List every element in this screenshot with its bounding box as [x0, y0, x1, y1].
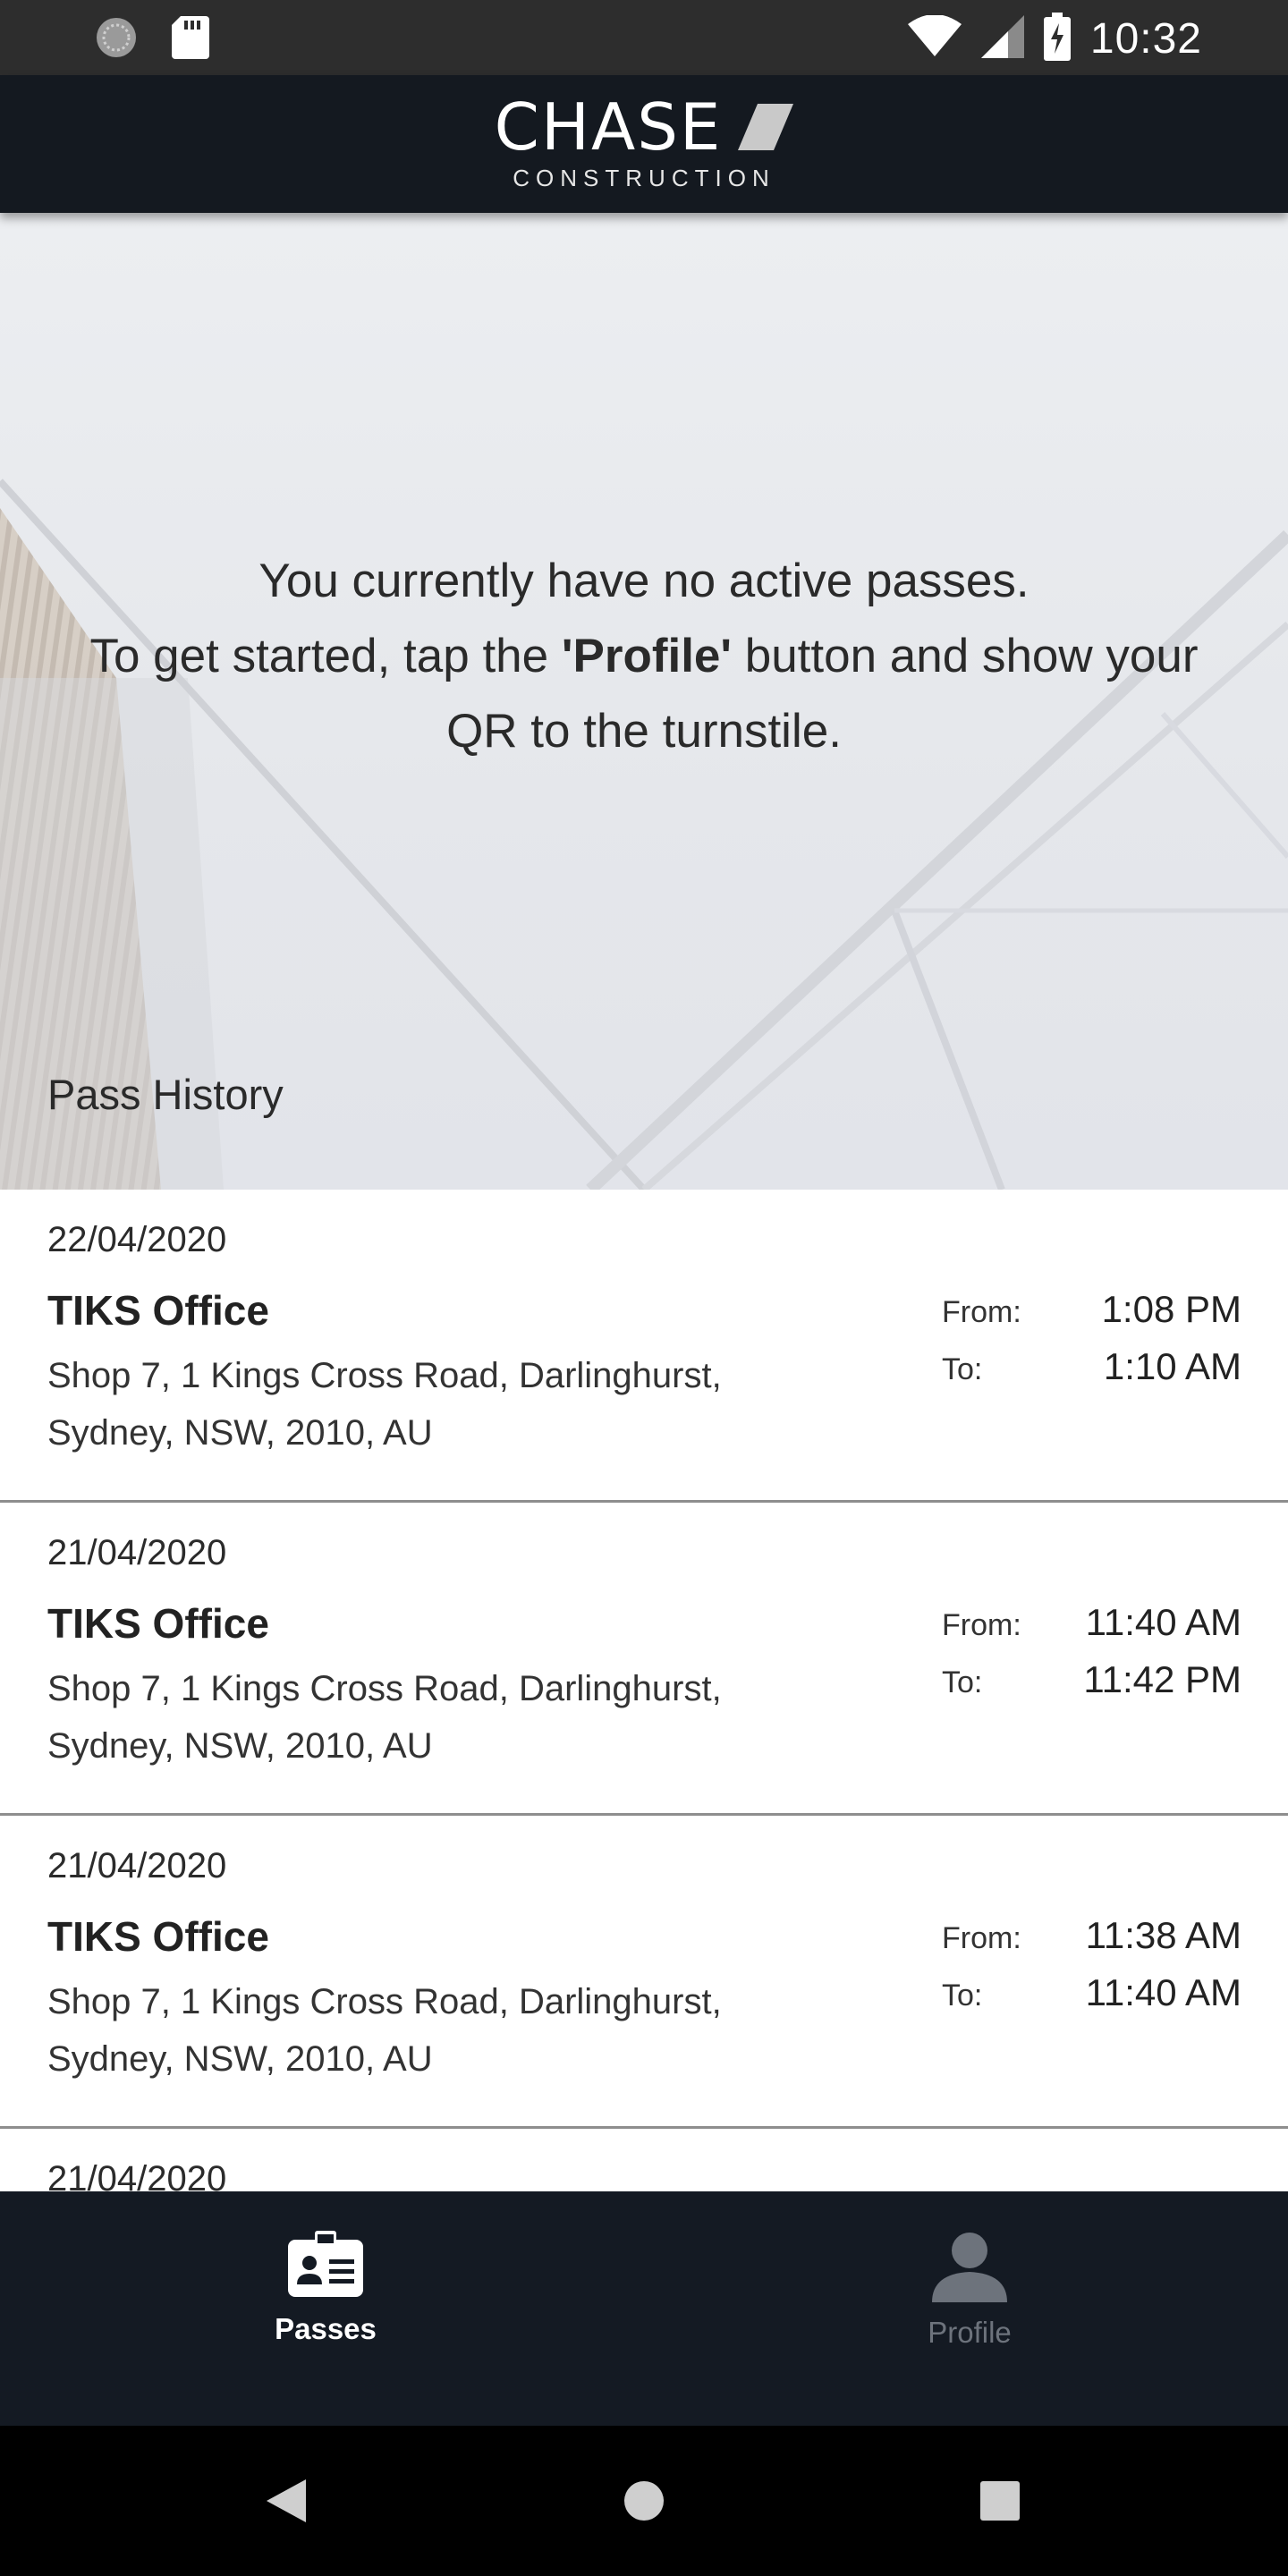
user-icon — [932, 2233, 1007, 2302]
pass-history-title: Pass History — [47, 1071, 284, 1118]
from-label: From: — [942, 1295, 1021, 1329]
to-label: To: — [942, 1665, 983, 1699]
battery-charging-icon — [1043, 13, 1071, 65]
signal-icon — [980, 15, 1024, 63]
clock: 10:32 — [1089, 15, 1202, 63]
nav-passes-tab[interactable]: Passes — [147, 2231, 504, 2346]
to-label: To: — [942, 1352, 983, 1386]
site-address: Shop 7, 1 Kings Cross Road, Darlinghurst… — [47, 1982, 722, 2079]
message-line-3: QR to the turnstile. — [446, 705, 842, 758]
pass-history-item[interactable]: 21/04/2020 — [0, 2129, 1288, 2191]
profile-emphasis: 'Profile' — [561, 630, 732, 682]
site-name: TIKS Office — [47, 1600, 269, 1647]
sd-card-icon — [172, 16, 209, 64]
site-name: TIKS Office — [47, 1287, 269, 1334]
status-right-icons: 10:32 — [907, 13, 1202, 65]
sync-icon — [95, 16, 138, 64]
site-name: TIKS Office — [47, 1913, 269, 1960]
recents-button[interactable] — [946, 2426, 1054, 2576]
nav-profile-label: Profile — [928, 2316, 1012, 2349]
status-left-icons — [95, 16, 209, 64]
back-triangle-icon — [267, 2479, 306, 2522]
logo-subtext: CONSTRUCTION — [513, 165, 775, 191]
pass-date: 22/04/2020 — [47, 1220, 227, 1259]
home-circle-icon — [624, 2481, 664, 2521]
from-label: From: — [942, 1921, 1021, 1955]
pass-history-item[interactable]: 21/04/2020 TIKS Office Shop 7, 1 Kings C… — [0, 1816, 1288, 2129]
wifi-icon — [907, 14, 962, 63]
pass-history-list[interactable]: 22/04/2020 TIKS Office Shop 7, 1 Kings C… — [0, 1190, 1288, 2191]
system-navigation-bar — [0, 2426, 1288, 2576]
from-time: 1:08 PM — [1101, 1288, 1241, 1330]
app-header: CHASE CONSTRUCTION — [0, 75, 1288, 213]
message-line-1: You currently have no active passes. — [258, 555, 1030, 607]
to-label: To: — [942, 1979, 983, 2012]
nav-profile-tab[interactable]: Profile — [791, 2231, 1148, 2350]
to-time: 11:40 AM — [1085, 1971, 1241, 2013]
site-address: Shop 7, 1 Kings Cross Road, Darlinghurst… — [47, 1356, 722, 1453]
back-button[interactable] — [233, 2426, 340, 2576]
no-passes-message: You currently have no active passes. To … — [0, 544, 1288, 769]
status-bar: 10:32 — [0, 0, 1288, 75]
recents-square-icon — [980, 2481, 1020, 2521]
no-active-passes-hero: You currently have no active passes. To … — [0, 213, 1288, 1190]
from-time: 11:40 AM — [1085, 1601, 1241, 1643]
site-address: Shop 7, 1 Kings Cross Road, Darlinghurst… — [47, 1669, 722, 1766]
chase-logo: CHASE CONSTRUCTION — [0, 95, 1288, 192]
pass-date: 21/04/2020 — [47, 2159, 227, 2191]
pass-date: 21/04/2020 — [47, 1533, 227, 1572]
to-time: 1:10 AM — [1103, 1345, 1241, 1387]
bottom-navigation: Passes Profile — [0, 2191, 1288, 2426]
pass-history-item[interactable]: 22/04/2020 TIKS Office Shop 7, 1 Kings C… — [0, 1190, 1288, 1503]
message-line-2: To get started, tap the 'Profile' button… — [89, 630, 1199, 682]
to-time: 11:42 PM — [1083, 1658, 1241, 1700]
logo-text: CHASE — [494, 89, 723, 165]
pass-date: 21/04/2020 — [47, 1846, 227, 1885]
from-time: 11:38 AM — [1085, 1914, 1241, 1956]
logo-slash-mark — [738, 104, 794, 150]
home-button[interactable] — [590, 2426, 698, 2576]
from-label: From: — [942, 1608, 1021, 1642]
nav-passes-label: Passes — [275, 2312, 377, 2345]
id-badge-icon — [288, 2231, 363, 2297]
pass-history-item[interactable]: 21/04/2020 TIKS Office Shop 7, 1 Kings C… — [0, 1503, 1288, 1816]
